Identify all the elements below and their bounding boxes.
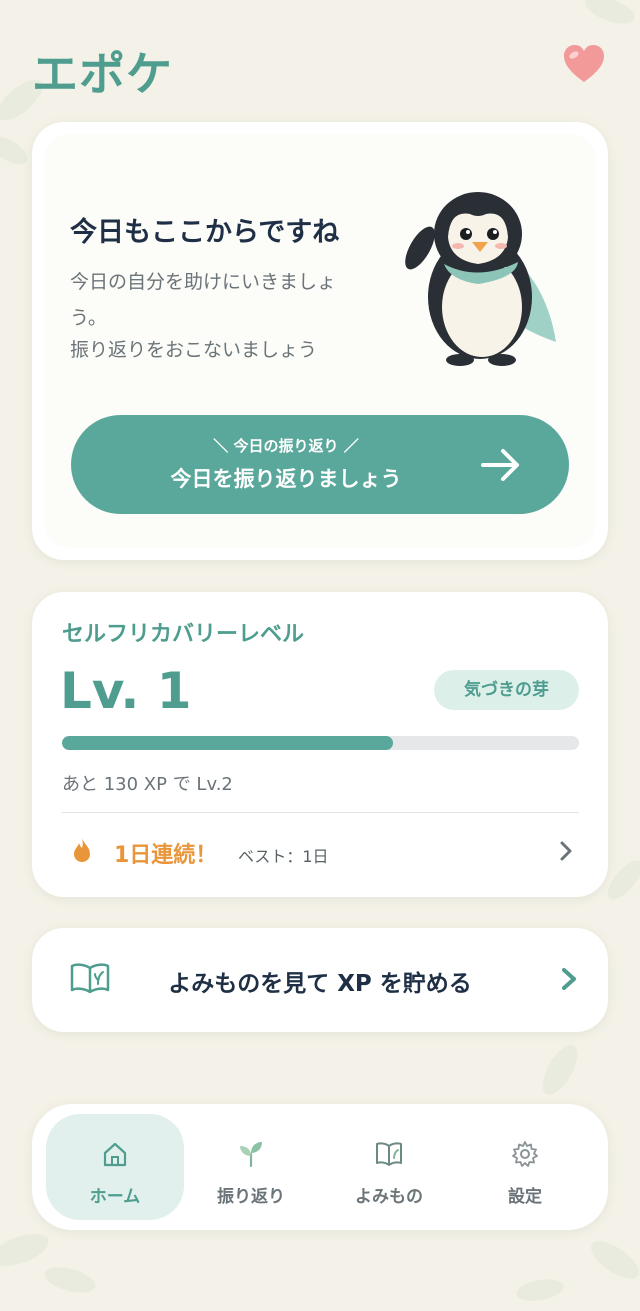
gear-icon	[512, 1141, 538, 1167]
level-badge: 気づきの芽	[434, 670, 579, 710]
level-card: セルフリカバリーレベル Lv. 1 気づきの芽 あと 130 XP で Lv.2…	[32, 592, 608, 897]
best-streak: ベスト：1日	[238, 847, 329, 866]
nav-reading-label: よみもの	[355, 1187, 423, 1207]
cta-label: 今日を振り返りましょう	[170, 467, 402, 491]
xp-remaining-text: あと 130 XP で Lv.2	[62, 774, 233, 795]
heart-icon[interactable]	[562, 44, 606, 84]
chevron-right-icon	[560, 841, 572, 861]
xp-progress-fill	[62, 736, 393, 750]
nav-settings-label: 設定	[508, 1187, 542, 1207]
cta-subtitle: ＼ 今日の振り返り ／	[213, 437, 359, 455]
reading-card[interactable]: よみものを見て XP を貯める	[32, 928, 608, 1032]
app-title: エポケ	[32, 47, 173, 101]
home-icon	[103, 1142, 127, 1167]
nav-home[interactable]: ホーム	[46, 1114, 184, 1220]
nav-reflection[interactable]: 振り返り	[182, 1114, 320, 1220]
penguin-mascot	[405, 192, 556, 366]
streak-row[interactable]: 1日連続！ ベスト：1日	[32, 813, 608, 897]
flame-icon	[74, 838, 90, 862]
hero-text-line-3: 振り返りをおこないましょう	[70, 339, 318, 361]
start-reflection-button[interactable]: ＼ 今日の振り返り ／ 今日を振り返りましょう	[71, 415, 569, 514]
nav-settings[interactable]: 設定	[456, 1114, 594, 1220]
reading-label: よみものを見て XP を貯める	[168, 971, 472, 997]
sprout-icon	[240, 1142, 262, 1168]
hero-title: 今日もここからですね	[70, 217, 340, 248]
arrow-right-icon	[481, 449, 519, 481]
nav-reflection-label: 振り返り	[217, 1187, 285, 1207]
book-icon	[376, 1142, 402, 1166]
xp-progress-bar	[62, 736, 579, 750]
level-label: セルフリカバリーレベル	[62, 622, 305, 647]
level-value: Lv. 1	[60, 662, 192, 720]
nav-home-label: ホーム	[89, 1187, 141, 1207]
bottom-nav: ホーム 振り返り よみもの 設定	[32, 1104, 608, 1230]
nav-reading[interactable]: よみもの	[320, 1114, 458, 1220]
chevron-right-icon	[562, 968, 576, 990]
hero-text-line-1: 今日の自分を助けにいきましょ	[70, 271, 337, 293]
streak-count: 1日連続！	[114, 843, 218, 868]
